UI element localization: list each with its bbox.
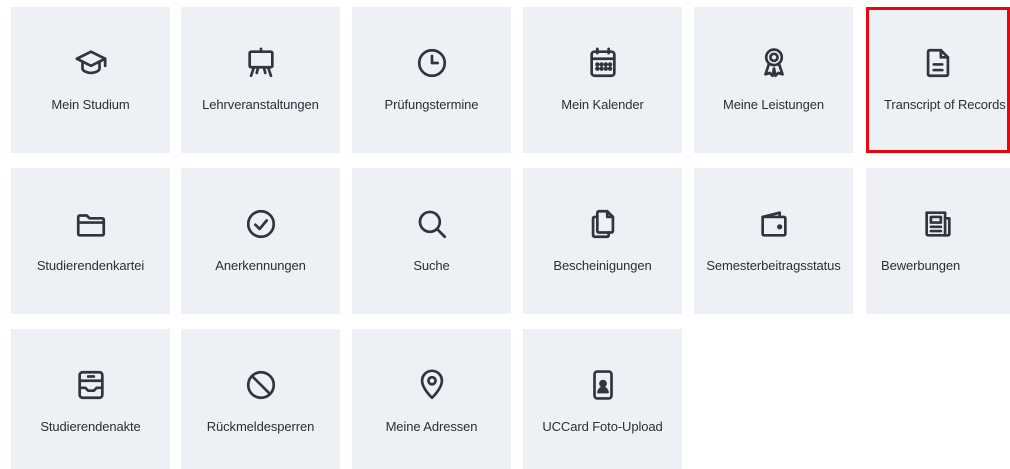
- tile-uccard-foto-upload[interactable]: UCCard Foto-Upload: [523, 329, 682, 469]
- tile-label: Studierendenkartei: [36, 258, 145, 273]
- tile-label: Meine Leistungen: [722, 97, 825, 112]
- dashboard-tile-grid: Mein Studium Lehrveranstaltungen Prüfung…: [0, 0, 1010, 469]
- tile-label: Lehrveranstaltungen: [202, 97, 319, 112]
- tile-semesterbeitragsstatus[interactable]: Semesterbeitragsstatus: [694, 168, 853, 314]
- tile-label: Meine Adressen: [385, 419, 478, 434]
- calendar-icon: [523, 45, 682, 81]
- tile-studierendenakte[interactable]: Studierendenakte: [11, 329, 170, 469]
- prohibited-icon: [181, 367, 340, 403]
- wallet-icon: [694, 206, 853, 242]
- tile-label: Bewerbungen: [881, 258, 961, 273]
- phone-photo-icon: [523, 367, 682, 403]
- search-icon: [352, 206, 511, 242]
- tile-lehrveranstaltungen[interactable]: Lehrveranstaltungen: [181, 7, 340, 153]
- award-ribbon-icon: [694, 45, 853, 81]
- tile-label: Prüfungstermine: [384, 97, 479, 112]
- easel-icon: [181, 45, 340, 81]
- check-circle-icon: [181, 206, 340, 242]
- tile-meine-leistungen[interactable]: Meine Leistungen: [694, 7, 853, 153]
- folder-icon: [11, 206, 170, 242]
- documents-copy-icon: [523, 206, 682, 242]
- tile-bescheinigungen[interactable]: Bescheinigungen: [523, 168, 682, 314]
- clock-icon: [352, 45, 511, 81]
- tile-rueckmeldesperren[interactable]: Rückmeldesperren: [181, 329, 340, 469]
- inbox-tray-icon: [11, 367, 170, 403]
- graduation-cap-icon: [11, 45, 170, 81]
- tile-label: Anerkennungen: [215, 258, 306, 273]
- tile-pruefungstermine[interactable]: Prüfungstermine: [352, 7, 511, 153]
- tile-suche[interactable]: Suche: [352, 168, 511, 314]
- tile-mein-kalender[interactable]: Mein Kalender: [523, 7, 682, 153]
- tile-bewerbungen[interactable]: Bewerbungen: [866, 168, 1010, 314]
- newspaper-icon: [866, 206, 1010, 242]
- tile-studierendenkartei[interactable]: Studierendenkartei: [11, 168, 170, 314]
- tile-label: UCCard Foto-Upload: [542, 419, 663, 434]
- tile-mein-studium[interactable]: Mein Studium: [11, 7, 170, 153]
- tile-label: Semesterbeitragsstatus: [706, 258, 841, 273]
- document-icon: [869, 45, 1007, 81]
- tile-meine-adressen[interactable]: Meine Adressen: [352, 329, 511, 469]
- tile-label: Mein Kalender: [561, 97, 644, 112]
- map-pin-icon: [352, 367, 511, 403]
- tile-label: Studierendenakte: [40, 419, 141, 434]
- tile-label: Suche: [413, 258, 450, 273]
- tile-label: Transcript of Records: [884, 97, 1006, 112]
- tile-anerkennungen[interactable]: Anerkennungen: [181, 168, 340, 314]
- tile-label: Mein Studium: [51, 97, 130, 112]
- tile-label: Bescheinigungen: [553, 258, 652, 273]
- tile-transcript-of-records[interactable]: Transcript of Records: [866, 7, 1010, 153]
- tile-label: Rückmeldesperren: [206, 419, 315, 434]
